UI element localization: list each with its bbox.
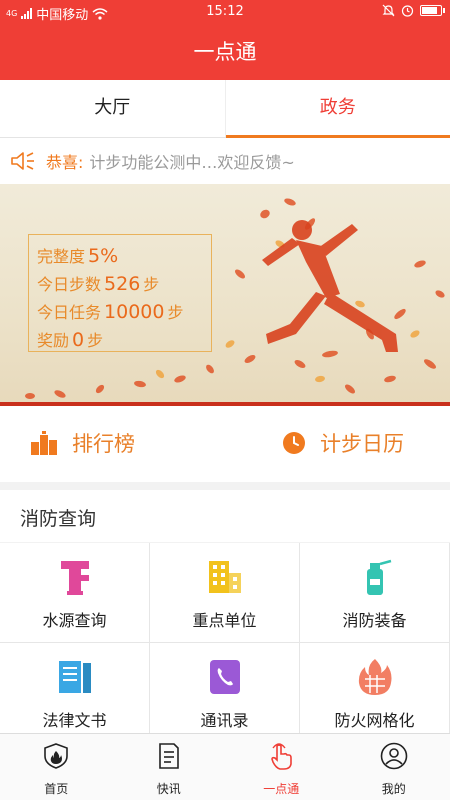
- shield-home-icon: [44, 743, 69, 769]
- bottom-nav: 首页 快讯 一点通 我的: [0, 733, 450, 800]
- speaker-icon: [11, 152, 34, 170]
- grid-item-water-source[interactable]: 水源查询: [0, 543, 150, 643]
- fire-query-grid: 水源查询 重点单位 消防装备 法律文书 通讯录 防火网格化: [0, 543, 450, 733]
- notice-bar[interactable]: 恭喜: 计步功能公测中…欢迎反馈~: [0, 138, 450, 184]
- alarm-icon: [401, 5, 414, 17]
- section-title: 消防查询: [0, 490, 450, 542]
- nav-label: 我的: [381, 782, 406, 796]
- nav-label: 一点通: [263, 782, 300, 796]
- fire-grid-icon: [358, 659, 392, 695]
- steps-line: 今日步数 526 步: [37, 273, 160, 295]
- step-calendar-label: 计步日历: [320, 432, 404, 456]
- page-title: 一点通: [0, 24, 450, 80]
- grid-item-equipment[interactable]: 消防装备: [300, 543, 450, 643]
- user-icon: [380, 742, 408, 770]
- phone-book-icon: [210, 660, 240, 694]
- mute-icon: [382, 4, 395, 17]
- nav-home[interactable]: 首页: [0, 734, 113, 800]
- step-calendar-button[interactable]: 计步日历: [282, 428, 404, 458]
- grid-item-fire-grid[interactable]: 防火网格化: [300, 643, 450, 733]
- grid-item-label: 防火网格化: [334, 711, 415, 730]
- grid-item-label: 法律文书: [42, 711, 107, 730]
- notice-lead: 恭喜:: [46, 153, 84, 172]
- status-bar: 4G 中国移动 15:12: [0, 0, 450, 24]
- grid-item-label: 消防装备: [342, 611, 407, 630]
- books-icon: [59, 661, 91, 693]
- nav-yidiantong[interactable]: 一点通: [225, 734, 338, 800]
- grid-item-label: 重点单位: [192, 611, 257, 630]
- step-banner[interactable]: 完整度 5% 今日步数 526 步 今日任务 10000 步 奖励 0 步: [0, 184, 450, 406]
- task-line: 今日任务 10000 步: [37, 301, 184, 323]
- nav-mine[interactable]: 我的: [338, 734, 450, 800]
- ranking-label: 排行榜: [72, 432, 135, 456]
- nav-label: 快讯: [156, 782, 181, 796]
- notice-text: 计步功能公测中…欢迎反馈~: [89, 153, 295, 172]
- tab-government[interactable]: 政务: [224, 80, 450, 138]
- news-icon: [158, 743, 179, 769]
- podium-icon: [31, 431, 57, 455]
- quick-actions: 排行榜 计步日历: [0, 406, 450, 482]
- nav-label: 首页: [44, 782, 69, 796]
- completion-line: 完整度 5%: [37, 245, 119, 267]
- ranking-button[interactable]: 排行榜: [30, 428, 135, 458]
- grid-item-label: 水源查询: [42, 611, 107, 630]
- grid-item-contacts[interactable]: 通讯录: [150, 643, 300, 733]
- hydrant-icon: [61, 561, 89, 595]
- nav-news[interactable]: 快讯: [113, 734, 226, 800]
- grid-item-label: 通讯录: [200, 711, 249, 730]
- extinguisher-icon: [367, 559, 392, 595]
- tab-hall[interactable]: 大厅: [0, 80, 225, 137]
- tab-bar: 大厅 政务: [0, 80, 450, 138]
- building-icon: [209, 561, 241, 593]
- battery-icon: [420, 5, 445, 16]
- step-stats-box: 完整度 5% 今日步数 526 步 今日任务 10000 步 奖励 0 步: [28, 234, 212, 352]
- clock-icon: [283, 432, 305, 454]
- reward-line: 奖励 0 步: [37, 329, 104, 351]
- tap-hand-icon: [271, 743, 293, 770]
- grid-item-key-unit[interactable]: 重点单位: [150, 543, 300, 643]
- grid-item-legal-docs[interactable]: 法律文书: [0, 643, 150, 733]
